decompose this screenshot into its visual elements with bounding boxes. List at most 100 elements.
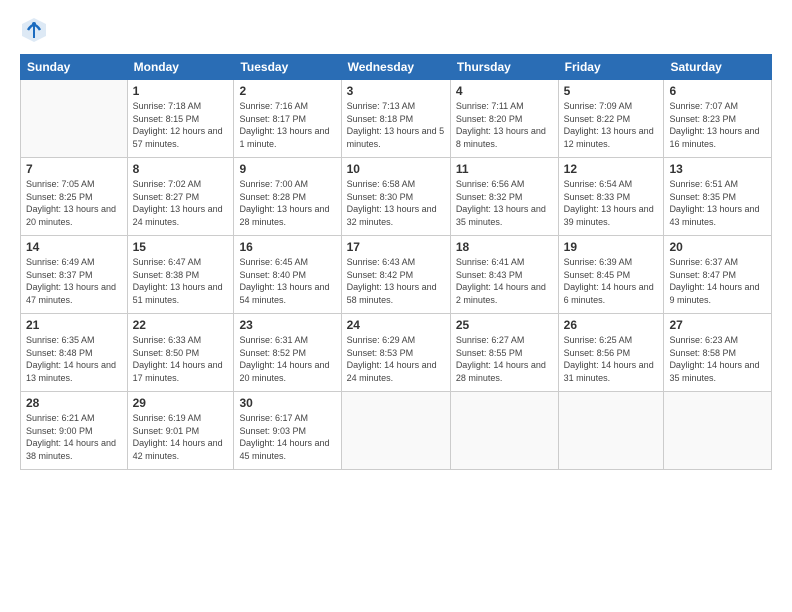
- day-info: Sunrise: 7:18 AMSunset: 8:15 PMDaylight:…: [133, 100, 229, 150]
- day-number: 1: [133, 84, 229, 98]
- calendar-cell: 8 Sunrise: 7:02 AMSunset: 8:27 PMDaylight…: [127, 158, 234, 236]
- day-number: 15: [133, 240, 229, 254]
- day-number: 5: [564, 84, 659, 98]
- calendar-cell: 19Sunrise: 6:39 AMSunset: 8:45 PMDayligh…: [558, 236, 664, 314]
- calendar-cell: 20 Sunrise: 6:37 AMSunset: 8:47 PMDayligh…: [664, 236, 772, 314]
- day-info: Sunrise: 7:02 AMSunset: 8:27 PMDaylight:…: [133, 178, 229, 228]
- day-number: 26: [564, 318, 659, 332]
- weekday-header-saturday: Saturday: [664, 55, 772, 80]
- day-info: Sunrise: 6:37 AMSunset: 8:47 PMDaylight:…: [669, 256, 766, 306]
- day-info: Sunrise: 7:07 AMSunset: 8:23 PMDaylight:…: [669, 100, 766, 150]
- day-info: Sunrise: 6:19 AMSunset: 9:01 PMDaylight:…: [133, 412, 229, 462]
- day-info: Sunrise: 7:16 AMSunset: 8:17 PMDaylight:…: [239, 100, 335, 150]
- day-number: 16: [239, 240, 335, 254]
- day-info: Sunrise: 6:45 AMSunset: 8:40 PMDaylight:…: [239, 256, 335, 306]
- day-number: 4: [456, 84, 553, 98]
- header: [20, 16, 772, 44]
- day-info: Sunrise: 6:43 AMSunset: 8:42 PMDaylight:…: [347, 256, 445, 306]
- day-info: Sunrise: 6:21 AMSunset: 9:00 PMDaylight:…: [26, 412, 122, 462]
- day-number: 29: [133, 396, 229, 410]
- day-info: Sunrise: 7:09 AMSunset: 8:22 PMDaylight:…: [564, 100, 659, 150]
- calendar-cell: 16 Sunrise: 6:45 AMSunset: 8:40 PMDayligh…: [234, 236, 341, 314]
- week-row-5: 28 Sunrise: 6:21 AMSunset: 9:00 PMDayligh…: [21, 392, 772, 470]
- calendar-cell: 4 Sunrise: 7:11 AMSunset: 8:20 PMDaylight…: [450, 80, 558, 158]
- day-info: Sunrise: 6:58 AMSunset: 8:30 PMDaylight:…: [347, 178, 445, 228]
- calendar-cell: 2 Sunrise: 7:16 AMSunset: 8:17 PMDaylight…: [234, 80, 341, 158]
- calendar-cell: 6 Sunrise: 7:07 AMSunset: 8:23 PMDaylight…: [664, 80, 772, 158]
- calendar-cell: 7 Sunrise: 7:05 AMSunset: 8:25 PMDaylight…: [21, 158, 128, 236]
- calendar-cell: 29 Sunrise: 6:19 AMSunset: 9:01 PMDayligh…: [127, 392, 234, 470]
- calendar-cell: 28 Sunrise: 6:21 AMSunset: 9:00 PMDayligh…: [21, 392, 128, 470]
- day-info: Sunrise: 6:27 AMSunset: 8:55 PMDaylight:…: [456, 334, 553, 384]
- day-number: 7: [26, 162, 122, 176]
- day-info: Sunrise: 6:25 AMSunset: 8:56 PMDaylight:…: [564, 334, 659, 384]
- day-info: Sunrise: 6:51 AMSunset: 8:35 PMDaylight:…: [669, 178, 766, 228]
- weekday-header-row: SundayMondayTuesdayWednesdayThursdayFrid…: [21, 55, 772, 80]
- calendar-cell: 25 Sunrise: 6:27 AMSunset: 8:55 PMDayligh…: [450, 314, 558, 392]
- calendar-cell: 23 Sunrise: 6:31 AMSunset: 8:52 PMDayligh…: [234, 314, 341, 392]
- day-info: Sunrise: 6:49 AMSunset: 8:37 PMDaylight:…: [26, 256, 122, 306]
- calendar-cell: [450, 392, 558, 470]
- day-number: 21: [26, 318, 122, 332]
- day-number: 23: [239, 318, 335, 332]
- calendar-cell: [664, 392, 772, 470]
- day-info: Sunrise: 6:54 AMSunset: 8:33 PMDaylight:…: [564, 178, 659, 228]
- day-number: 10: [347, 162, 445, 176]
- calendar-cell: 3 Sunrise: 7:13 AMSunset: 8:18 PMDaylight…: [341, 80, 450, 158]
- calendar-cell: 11 Sunrise: 6:56 AMSunset: 8:32 PMDayligh…: [450, 158, 558, 236]
- day-number: 3: [347, 84, 445, 98]
- day-number: 8: [133, 162, 229, 176]
- day-info: Sunrise: 6:29 AMSunset: 8:53 PMDaylight:…: [347, 334, 445, 384]
- day-info: Sunrise: 6:35 AMSunset: 8:48 PMDaylight:…: [26, 334, 122, 384]
- calendar-cell: 22 Sunrise: 6:33 AMSunset: 8:50 PMDayligh…: [127, 314, 234, 392]
- calendar-cell: 27Sunrise: 6:23 AMSunset: 8:58 PMDayligh…: [664, 314, 772, 392]
- calendar-cell: 21 Sunrise: 6:35 AMSunset: 8:48 PMDayligh…: [21, 314, 128, 392]
- calendar-cell: [558, 392, 664, 470]
- weekday-header-tuesday: Tuesday: [234, 55, 341, 80]
- day-info: Sunrise: 6:39 AMSunset: 8:45 PMDaylight:…: [564, 256, 659, 306]
- day-info: Sunrise: 6:56 AMSunset: 8:32 PMDaylight:…: [456, 178, 553, 228]
- day-info: Sunrise: 6:33 AMSunset: 8:50 PMDaylight:…: [133, 334, 229, 384]
- day-number: 11: [456, 162, 553, 176]
- day-number: 24: [347, 318, 445, 332]
- calendar-cell: 30 Sunrise: 6:17 AMSunset: 9:03 PMDayligh…: [234, 392, 341, 470]
- weekday-header-friday: Friday: [558, 55, 664, 80]
- day-number: 14: [26, 240, 122, 254]
- day-info: Sunrise: 6:41 AMSunset: 8:43 PMDaylight:…: [456, 256, 553, 306]
- week-row-1: 1 Sunrise: 7:18 AMSunset: 8:15 PMDaylight…: [21, 80, 772, 158]
- day-number: 28: [26, 396, 122, 410]
- weekday-header-monday: Monday: [127, 55, 234, 80]
- day-number: 9: [239, 162, 335, 176]
- calendar-table: SundayMondayTuesdayWednesdayThursdayFrid…: [20, 54, 772, 470]
- logo-icon: [20, 16, 48, 44]
- day-info: Sunrise: 6:31 AMSunset: 8:52 PMDaylight:…: [239, 334, 335, 384]
- day-info: Sunrise: 6:47 AMSunset: 8:38 PMDaylight:…: [133, 256, 229, 306]
- calendar-cell: [341, 392, 450, 470]
- day-number: 22: [133, 318, 229, 332]
- calendar-cell: 10 Sunrise: 6:58 AMSunset: 8:30 PMDayligh…: [341, 158, 450, 236]
- day-info: Sunrise: 7:00 AMSunset: 8:28 PMDaylight:…: [239, 178, 335, 228]
- day-info: Sunrise: 6:23 AMSunset: 8:58 PMDaylight:…: [669, 334, 766, 384]
- calendar-cell: 18 Sunrise: 6:41 AMSunset: 8:43 PMDayligh…: [450, 236, 558, 314]
- day-info: Sunrise: 7:11 AMSunset: 8:20 PMDaylight:…: [456, 100, 553, 150]
- calendar-cell: 15 Sunrise: 6:47 AMSunset: 8:38 PMDayligh…: [127, 236, 234, 314]
- calendar-cell: 9 Sunrise: 7:00 AMSunset: 8:28 PMDaylight…: [234, 158, 341, 236]
- day-number: 20: [669, 240, 766, 254]
- logo: [20, 16, 52, 44]
- week-row-2: 7 Sunrise: 7:05 AMSunset: 8:25 PMDaylight…: [21, 158, 772, 236]
- calendar-cell: 13 Sunrise: 6:51 AMSunset: 8:35 PMDayligh…: [664, 158, 772, 236]
- day-number: 2: [239, 84, 335, 98]
- day-number: 25: [456, 318, 553, 332]
- calendar-cell: 1 Sunrise: 7:18 AMSunset: 8:15 PMDaylight…: [127, 80, 234, 158]
- day-info: Sunrise: 6:17 AMSunset: 9:03 PMDaylight:…: [239, 412, 335, 462]
- day-number: 6: [669, 84, 766, 98]
- day-number: 18: [456, 240, 553, 254]
- calendar-cell: 26 Sunrise: 6:25 AMSunset: 8:56 PMDayligh…: [558, 314, 664, 392]
- calendar-cell: 14 Sunrise: 6:49 AMSunset: 8:37 PMDayligh…: [21, 236, 128, 314]
- day-number: 13: [669, 162, 766, 176]
- day-info: Sunrise: 7:05 AMSunset: 8:25 PMDaylight:…: [26, 178, 122, 228]
- day-info: Sunrise: 7:13 AMSunset: 8:18 PMDaylight:…: [347, 100, 445, 150]
- calendar-cell: [21, 80, 128, 158]
- day-number: 30: [239, 396, 335, 410]
- calendar-cell: 12Sunrise: 6:54 AMSunset: 8:33 PMDayligh…: [558, 158, 664, 236]
